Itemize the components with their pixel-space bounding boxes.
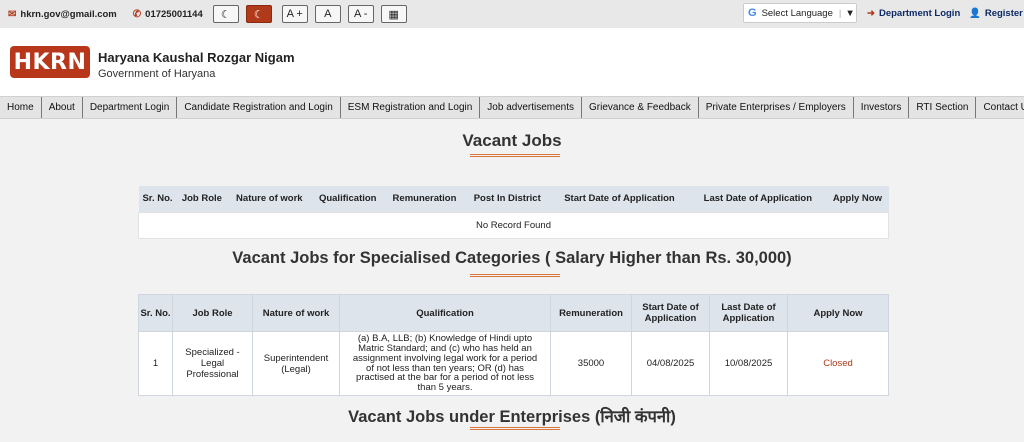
top-bar: ✉ hkrn.gov@gmail.com ✆ 01725001144 ☾ ☾ A… [0, 0, 1024, 28]
email-text: hkrn.gov@gmail.com [20, 8, 117, 20]
no-record-cell: No Record Found [138, 211, 889, 239]
language-label: Select Language [761, 7, 833, 19]
col-last-date: Last Date of Application [709, 294, 788, 332]
col-remuneration: Remuneration [550, 294, 632, 332]
cell-nature-of-work: Superintendent (Legal) [252, 331, 340, 396]
nav-rti-section[interactable]: RTI Section [909, 97, 977, 118]
col-job-role: Job Role [172, 294, 253, 332]
title-underline [470, 274, 560, 277]
department-login-link[interactable]: ➜ Department Login [867, 8, 960, 19]
email-contact[interactable]: ✉ hkrn.gov@gmail.com [8, 9, 117, 20]
sign-in-icon: ➜ [867, 8, 875, 19]
chevron-down-icon: ▼ [845, 7, 855, 19]
col-sr-no: Sr. No. [138, 186, 177, 212]
col-post-in-district: Post In District [464, 186, 550, 212]
register-link[interactable]: 👤 Register [969, 8, 1023, 19]
table-header-row: Sr. No. Job Role Nature of work Qualific… [138, 294, 889, 332]
font-increase-button[interactable]: A + [281, 5, 308, 23]
apply-status-closed[interactable]: Closed [787, 331, 889, 396]
site-header: HKRN Haryana Kaushal Rozgar Nigam Govern… [0, 28, 1024, 96]
col-start-date: Start Date of Application [549, 186, 690, 212]
title-underline [470, 427, 560, 430]
col-nature-of-work: Nature of work [227, 186, 312, 212]
cell-sr-no: 1 [138, 331, 173, 396]
envelope-icon: ✉ [8, 8, 17, 20]
nav-candidate-registration[interactable]: Candidate Registration and Login [177, 97, 341, 118]
nav-job-advertisements[interactable]: Job advertisements [480, 97, 583, 118]
specialised-jobs-table: Sr. No. Job Role Nature of work Qualific… [138, 294, 889, 396]
google-icon: G [748, 7, 757, 19]
language-select[interactable]: G Select Language | ▼ [743, 3, 857, 23]
phone-text: 01725001144 [145, 8, 203, 20]
table-row: No Record Found [138, 211, 889, 239]
enterprise-jobs-title: Vacant Jobs under Enterprises (निजी कंपन… [348, 408, 676, 426]
org-name: Haryana Kaushal Rozgar Nigam [98, 50, 295, 65]
font-decrease-button[interactable]: A - [347, 5, 374, 23]
specialised-jobs-title: Vacant Jobs for Specialised Categories (… [232, 249, 792, 267]
department-login-label: Department Login [878, 8, 961, 19]
cell-remuneration: 35000 [550, 331, 632, 396]
phone-icon: ✆ [132, 8, 142, 20]
col-apply-now: Apply Now [826, 186, 889, 212]
dark-mode-button[interactable]: ☾ [245, 5, 272, 23]
title-underline [470, 154, 560, 157]
table-header-row: Sr. No. Job Role Nature of work Qualific… [138, 186, 889, 212]
light-mode-button[interactable]: ☾ [212, 5, 239, 23]
nav-grievance-feedback[interactable]: Grievance & Feedback [582, 97, 699, 118]
nav-private-enterprises[interactable]: Private Enterprises / Employers [699, 97, 854, 118]
user-icon: 👤 [969, 8, 981, 19]
col-job-role: Job Role [176, 186, 228, 212]
nav-home[interactable]: Home [0, 97, 42, 118]
language-divider: | [838, 7, 842, 19]
nav-department-login[interactable]: Department Login [83, 97, 178, 118]
col-sr-no: Sr. No. [138, 294, 173, 332]
screen-reader-button[interactable]: ▦ [380, 5, 407, 23]
font-reset-button[interactable]: A [314, 5, 341, 23]
nav-contact-us[interactable]: Contact Us [976, 97, 1024, 118]
col-nature-of-work: Nature of work [252, 294, 340, 332]
cell-start-date: 04/08/2025 [631, 331, 710, 396]
hkrn-logo[interactable]: HKRN [10, 46, 90, 78]
cell-job-role: Specialized - Legal Professional [172, 331, 253, 396]
nav-esm-registration[interactable]: ESM Registration and Login [341, 97, 481, 118]
phone-contact[interactable]: ✆ 01725001144 [133, 9, 203, 20]
col-qualification: Qualification [339, 294, 551, 332]
cell-last-date: 10/08/2025 [709, 331, 788, 396]
register-label: Register [984, 8, 1023, 19]
vacant-jobs-title: Vacant Jobs [462, 131, 562, 150]
col-apply-now: Apply Now [787, 294, 889, 332]
col-start-date: Start Date of Application [631, 294, 710, 332]
nav-investors[interactable]: Investors [854, 97, 910, 118]
vacant-jobs-table: Sr. No. Job Role Nature of work Qualific… [138, 186, 889, 239]
col-last-date: Last Date of Application [689, 186, 827, 212]
col-qualification: Qualification [311, 186, 385, 212]
nav-about[interactable]: About [42, 97, 83, 118]
table-row: 1 Specialized - Legal Professional Super… [138, 331, 889, 396]
col-remuneration: Remuneration [384, 186, 465, 212]
main-nav: Home About Department Login Candidate Re… [0, 96, 1024, 119]
cell-qualification: (a) B.A, LLB; (b) Knowledge of Hindi upt… [339, 331, 551, 396]
org-subtitle: Government of Haryana [98, 68, 216, 80]
